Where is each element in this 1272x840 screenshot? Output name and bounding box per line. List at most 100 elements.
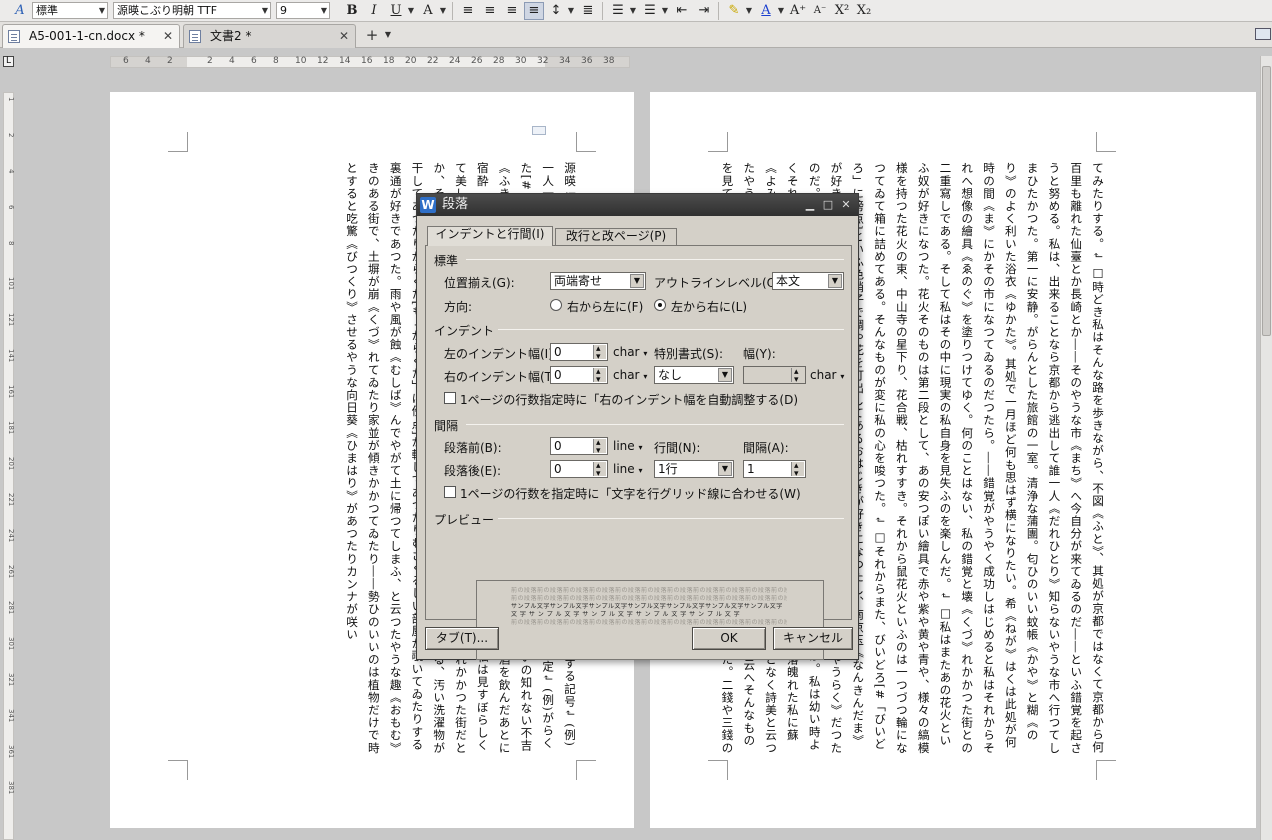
numbered-list-icon[interactable]: ☰ [608,2,628,20]
close-icon[interactable]: ✕ [837,194,855,216]
indent-width-input[interactable] [743,366,806,384]
italic-icon[interactable]: I [364,2,384,20]
auto-indent-label[interactable]: 1ページの行数指定時に「右のインデント幅を自動調整する(D) [460,391,798,408]
styles-icon[interactable]: A [12,2,28,20]
spinner-icon[interactable] [593,367,606,383]
right-indent-label: 右のインデント幅(T) [444,370,557,384]
spinner-icon[interactable] [593,438,606,454]
special-format-select[interactable]: なし ▼ [654,366,734,384]
indent-width-unit[interactable]: char ▾ [810,368,844,382]
close-tab-icon[interactable]: ✕ [163,25,173,47]
chevron-down-icon: ▼ [718,368,732,382]
chevron-down-icon: ▾ [638,466,643,475]
text-effects-icon[interactable]: A [418,2,438,20]
chevron-down-icon[interactable]: ▼ [744,2,754,20]
ruler-tick-label: 301 [7,637,15,651]
right-indent-input[interactable]: 0 [550,366,608,384]
space-after-unit[interactable]: line ▾ [613,462,643,476]
underline-icon[interactable]: U [386,2,406,20]
font-size-select[interactable]: 9 ▼ [276,2,330,19]
chevron-down-icon[interactable]: ▼ [776,2,786,20]
spinner-icon[interactable] [593,344,606,360]
rtl-radio[interactable] [550,299,562,311]
increase-indent-icon[interactable]: ⇥ [694,2,714,20]
crop-mark [168,760,188,780]
grid-snap-label[interactable]: 1ページの行数を指定時に「文字を行グリッド線に合わせる(W) [460,485,801,502]
minimize-icon[interactable]: ▁ [801,194,819,216]
chevron-down-icon[interactable]: ▼ [438,2,448,20]
left-indent-unit[interactable]: char ▾ [613,345,647,359]
tabs-button[interactable]: タブ(T)... [425,627,499,650]
line-spacing-icon[interactable]: ↕ [546,2,566,20]
highlight-icon[interactable]: ✎ [724,2,744,20]
ltr-radio[interactable] [654,299,666,311]
chevron-down-icon[interactable]: ▼ [382,26,394,46]
document-tab[interactable]: 文書2 * ✕ [183,24,356,48]
ruler-tick-label: 18 [383,56,395,66]
ruler-tick-label: 6 [251,56,257,66]
writer-app-icon: W [420,197,436,213]
document-tab[interactable]: A5-001-1-cn.docx * ✕ [2,24,180,48]
font-color-icon[interactable]: A [756,2,776,20]
ok-button[interactable]: OK [692,627,766,650]
dialog-titlebar[interactable]: W 段落 ▁ □ ✕ [417,194,858,216]
paragraph-spacing-icon[interactable]: ≣ [578,2,598,20]
space-before-unit[interactable]: line ▾ [613,439,643,453]
spinner-icon[interactable] [791,461,804,477]
superscript-icon[interactable]: X² [832,2,852,20]
crop-mark [576,760,596,780]
bold-icon[interactable]: B [342,2,362,20]
align-justify-icon[interactable]: ≡ [524,2,544,20]
tab-line-page-breaks[interactable]: 改行と改ページ(P) [555,228,677,245]
paragraph-style-select[interactable]: 標準 ▼ [32,2,108,19]
align-right-icon[interactable]: ≡ [502,2,522,20]
rtl-label[interactable]: 右から左に(F) [567,298,643,315]
close-tab-icon[interactable]: ✕ [339,25,349,47]
maximize-icon[interactable]: □ [819,194,837,216]
ruler-tick-label: 281 [7,601,15,615]
bullet-list-icon[interactable]: ☰ [640,2,660,20]
chevron-down-icon[interactable]: ▼ [406,2,416,20]
left-indent-label: 左のインデント幅(I) [444,347,553,361]
auto-indent-checkbox[interactable] [444,392,456,404]
font-name-select[interactable]: 源暎こぶり明朝 TTF ▼ [113,2,271,19]
subscript-icon[interactable]: X₂ [854,2,874,20]
ruler-tick-label: 201 [7,457,15,471]
space-before-input[interactable]: 0 [550,437,608,455]
spinner-icon[interactable] [791,367,804,383]
new-tab-icon[interactable]: + [362,26,382,46]
spacing-at-input[interactable]: 1 [743,460,806,478]
paragraph-dialog[interactable]: W 段落 ▁ □ ✕ インデントと行間(I) 改行と改ページ(P) 標準 位置揃… [416,193,859,660]
left-indent-input[interactable]: 0 [550,343,608,361]
grow-font-icon[interactable]: A⁺ [788,2,808,20]
alignment-select[interactable]: 両端寄せ ▼ [550,272,646,290]
document-icon [189,30,201,43]
ruler-tick-label: 20 [405,56,417,66]
frame-anchor-icon[interactable] [532,126,546,135]
space-after-input[interactable]: 0 [550,460,608,478]
line-spacing-select[interactable]: 1行 ▼ [654,460,734,478]
sidebar-toggle-icon[interactable] [1255,28,1271,40]
vertical-scrollbar[interactable] [1260,56,1272,840]
chevron-down-icon[interactable]: ▼ [628,2,638,20]
decrease-indent-icon[interactable]: ⇤ [672,2,692,20]
align-left-icon[interactable]: ≡ [458,2,478,20]
ruler-tick-label: 341 [7,709,15,723]
tab-indent-spacing[interactable]: インデントと行間(I) [427,226,553,246]
chevron-down-icon[interactable]: ▼ [566,2,576,20]
ltr-label[interactable]: 左から右に(L) [671,298,747,315]
grid-snap-checkbox[interactable] [444,486,456,498]
vertical-ruler[interactable]: 1 2 4 6 8 101 121 141 161 181 201 221 241 261 281 301 32… [3,92,15,840]
align-center-icon[interactable]: ≡ [480,2,500,20]
chevron-down-icon[interactable]: ▼ [660,2,670,20]
chevron-down-icon: ▾ [840,372,845,381]
toolbar-separator [452,2,453,20]
horizontal-ruler[interactable]: 6 4 2 2 4 6 8 10 12 14 16 18 20 22 24 26 28 30 32 34 36 38 [110,56,630,68]
spinner-icon[interactable] [593,461,606,477]
cancel-button[interactable]: キャンセル [773,627,853,650]
right-indent-unit[interactable]: char ▾ [613,368,647,382]
tab-stop-selector[interactable]: L [3,56,14,67]
shrink-font-icon[interactable]: A⁻ [810,2,830,20]
outline-level-select[interactable]: 本文 ▼ [772,272,844,290]
scrollbar-thumb[interactable] [1262,66,1271,336]
